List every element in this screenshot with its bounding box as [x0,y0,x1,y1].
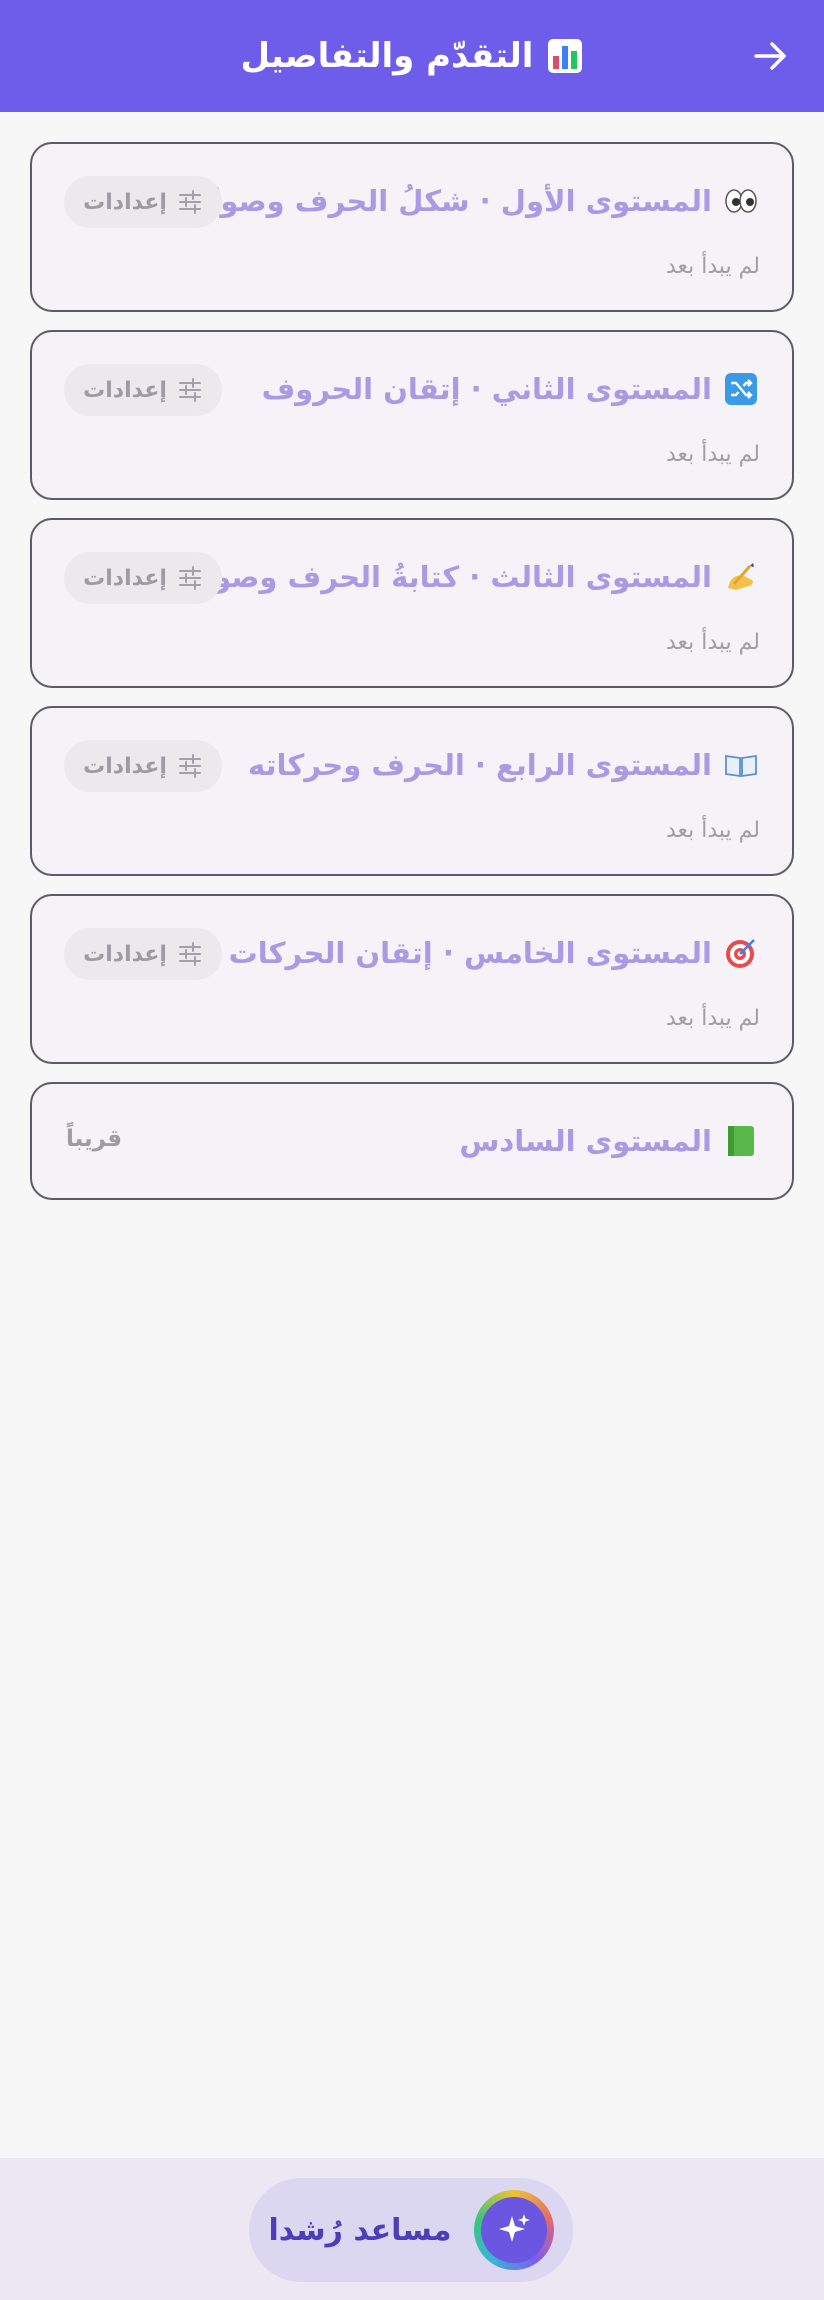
level-status: لم يبدأ بعد [665,442,760,467]
settings-button[interactable]: إعدادات [64,364,222,416]
writing-hand-icon [724,560,758,594]
target-icon [724,936,758,970]
settings-button[interactable]: إعدادات [64,740,222,792]
level-card-6[interactable]: المستوى السادس قريباً [30,1082,794,1200]
level-title: المستوى الثاني · إتقان الحروف [261,372,712,406]
settings-label: إعدادات [83,753,167,779]
level-title: المستوى الخامس · إتقان الحركات [228,936,712,970]
level-title-row: المستوى الثاني · إتقان الحروف [262,372,758,406]
level-status: لم يبدأ بعد [665,254,760,279]
assistant-avatar [473,2190,554,2270]
sliders-icon [177,189,203,215]
sliders-icon [177,377,203,403]
coming-soon-label: قريباً [66,1126,123,1152]
level-card-1[interactable]: المستوى الأول · شكلُ الحرف وصوتُه لم يبد… [30,142,794,312]
open-book-icon [724,748,758,782]
assistant-button[interactable]: مساعد رُشدا [249,2178,573,2282]
sparkles-icon [480,2197,547,2263]
level-title-row: المستوى الخامس · إتقان الحركات [229,936,758,970]
level-card-3[interactable]: المستوى الثالث · كتابةُ الحرف وصوتُه لم … [30,518,794,688]
level-status: لم يبدأ بعد [665,1006,760,1031]
eyes-icon [724,184,758,218]
level-title: المستوى الأول · شكلُ الحرف وصوتُه [191,184,712,218]
page-title: التقدّم والتفاصيل [240,36,534,76]
level-card-2[interactable]: المستوى الثاني · إتقان الحروف لم يبدأ بع… [30,330,794,500]
bar-chart-icon [547,38,583,74]
settings-label: إعدادات [83,941,167,967]
green-book-icon [724,1124,758,1158]
app-header: التقدّم والتفاصيل [0,0,824,112]
level-title-row: المستوى السادس [459,1124,758,1158]
level-status: لم يبدأ بعد [665,818,760,843]
assistant-label: مساعد رُشدا [268,2212,452,2248]
settings-button[interactable]: إعدادات [64,928,222,980]
arrow-right-icon [754,42,786,70]
sliders-icon [177,941,203,967]
settings-button[interactable]: إعدادات [64,176,222,228]
settings-label: إعدادات [83,189,167,215]
level-title: المستوى الثالث · كتابةُ الحرف وصوتُه [184,560,712,594]
settings-label: إعدادات [83,377,167,403]
level-title-row: المستوى الرابع · الحرف وحركاته [248,748,758,782]
level-card-4[interactable]: المستوى الرابع · الحرف وحركاته لم يبدأ ب… [30,706,794,876]
level-title: المستوى السادس [459,1124,712,1158]
sliders-icon [177,565,203,591]
level-title-row: المستوى الأول · شكلُ الحرف وصوتُه [192,184,758,218]
level-status: لم يبدأ بعد [665,630,760,655]
shuffle-icon [724,372,758,406]
sliders-icon [177,753,203,779]
settings-label: إعدادات [83,565,167,591]
level-title-row: المستوى الثالث · كتابةُ الحرف وصوتُه [185,560,758,594]
levels-list: المستوى الأول · شكلُ الحرف وصوتُه لم يبد… [30,142,794,1218]
bottom-bar: مساعد رُشدا [0,2158,824,2300]
settings-button[interactable]: إعدادات [64,552,222,604]
back-button[interactable] [750,36,790,76]
progress-page: التقدّم والتفاصيل المستوى الأول · شكلُ ا… [0,0,824,2300]
level-card-5[interactable]: المستوى الخامس · إتقان الحركات لم يبدأ ب… [30,894,794,1064]
level-title: المستوى الرابع · الحرف وحركاته [248,748,712,782]
header-title-group: التقدّم والتفاصيل [241,36,584,76]
